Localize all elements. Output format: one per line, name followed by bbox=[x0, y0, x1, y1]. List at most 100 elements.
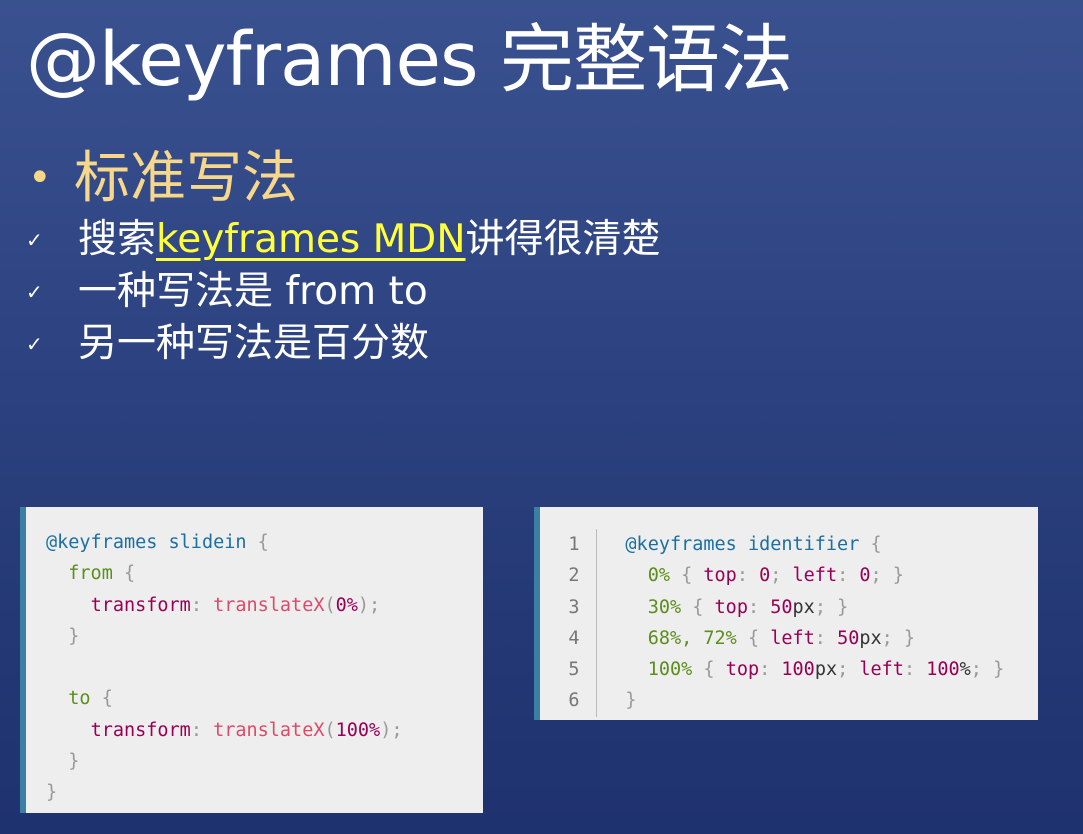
code-token: 100 bbox=[926, 659, 960, 681]
code-token: ( bbox=[324, 719, 336, 741]
code-token: left bbox=[770, 627, 815, 649]
code-token: 0% bbox=[647, 565, 670, 587]
code-token: { bbox=[870, 534, 882, 555]
code-token: } bbox=[837, 596, 849, 618]
keyframes-mdn-link[interactable]: keyframes MDN bbox=[156, 214, 466, 266]
code-token: ; bbox=[837, 659, 860, 681]
code-token: } bbox=[892, 565, 904, 587]
code-lines: @keyframes slidein { from { transform: t… bbox=[26, 507, 483, 809]
code-token: 100% bbox=[335, 719, 381, 741]
code-token: to bbox=[68, 688, 91, 710]
code-token: 50 bbox=[770, 596, 793, 618]
code-token: slidein bbox=[157, 532, 258, 553]
code-token: : bbox=[736, 565, 760, 587]
code-lines: 1 @keyframes identifier {2 0% { top: 0; … bbox=[540, 507, 1038, 717]
code-block-from-to: @keyframes slidein { from { transform: t… bbox=[20, 507, 483, 813]
check-text-prefix: 搜索 bbox=[78, 217, 157, 262]
code-token: translateX bbox=[213, 719, 325, 741]
code-token: } bbox=[903, 627, 916, 649]
code-token: } bbox=[993, 659, 1005, 681]
code-token: @keyframes bbox=[46, 532, 158, 553]
checkmark-icon: ✓ bbox=[26, 280, 43, 304]
code-line: 3 30% { top: 50px; } bbox=[556, 592, 1038, 623]
code-token: : bbox=[837, 565, 860, 587]
code-token: ; bbox=[814, 596, 838, 618]
code-token: } bbox=[46, 782, 58, 804]
check-item: ✓ 搜索 keyframes MDN 讲得很清楚 bbox=[24, 214, 661, 266]
code-token: identifier bbox=[736, 534, 871, 555]
code-line: 1 @keyframes identifier { bbox=[556, 529, 1038, 560]
check-item: ✓ 另一种写法是百分数 bbox=[24, 318, 661, 370]
code-token: 50 bbox=[837, 627, 860, 649]
code-token: } bbox=[625, 690, 637, 712]
code-token: : bbox=[903, 659, 927, 681]
check-text-suffix: 讲得很清楚 bbox=[465, 217, 661, 262]
main-bullet-text: 标准写法 bbox=[74, 146, 298, 211]
code-line: from { bbox=[46, 558, 483, 589]
code-token: ); bbox=[380, 719, 403, 741]
code-token: ; bbox=[870, 565, 893, 587]
code-token: 30% bbox=[647, 596, 682, 618]
checkmark-icon: ✓ bbox=[26, 228, 43, 252]
bullet-dot-icon: • bbox=[28, 155, 52, 201]
code-token: transform bbox=[90, 594, 191, 616]
code-token: 100% bbox=[647, 659, 693, 681]
code-token: { bbox=[123, 563, 136, 585]
check-item: ✓ 一种写法是 from to bbox=[24, 266, 661, 318]
code-token: px bbox=[859, 627, 882, 649]
line-number-divider bbox=[596, 529, 597, 717]
code-token: 0 bbox=[859, 565, 871, 587]
code-line: } bbox=[46, 621, 483, 652]
checkmark-icon: ✓ bbox=[26, 332, 43, 356]
code-token: { bbox=[703, 659, 715, 681]
code-line: 5 100% { top: 100px; left: 100%; } bbox=[556, 654, 1038, 685]
code-token: } bbox=[68, 751, 80, 773]
code-line: transform: translateX(0%); bbox=[46, 590, 483, 621]
code-token: } bbox=[68, 625, 80, 647]
code-token: transform bbox=[90, 719, 191, 741]
check-list: ✓ 搜索 keyframes MDN 讲得很清楚 ✓ 一种写法是 from to… bbox=[24, 214, 661, 370]
code-token: : bbox=[190, 719, 214, 741]
line-number: 2 bbox=[568, 565, 580, 587]
code-token: @keyframes bbox=[625, 534, 737, 555]
code-token: 68%, 72% bbox=[647, 627, 737, 649]
line-number: 1 bbox=[568, 534, 580, 555]
main-bullet: • 标准写法 bbox=[28, 140, 298, 217]
line-number: 6 bbox=[568, 690, 580, 712]
check-text: 另一种写法是百分数 bbox=[78, 321, 430, 366]
code-token: { bbox=[747, 627, 760, 649]
code-token: translateX bbox=[213, 594, 325, 616]
code-token: px bbox=[792, 596, 815, 618]
code-token: left bbox=[859, 659, 904, 681]
code-token: { bbox=[257, 532, 269, 553]
code-token: { bbox=[681, 565, 693, 587]
code-line: to { bbox=[46, 683, 483, 714]
line-number: 4 bbox=[568, 627, 580, 649]
code-line: @keyframes slidein { bbox=[46, 527, 483, 558]
code-token: top bbox=[725, 659, 760, 681]
code-token: ; bbox=[881, 627, 904, 649]
code-token: ( bbox=[324, 594, 336, 616]
code-token: 0% bbox=[335, 594, 358, 616]
code-token: ; bbox=[770, 565, 793, 587]
code-token: top bbox=[714, 596, 748, 618]
code-line: 4 68%, 72% { left: 50px; } bbox=[556, 623, 1038, 654]
